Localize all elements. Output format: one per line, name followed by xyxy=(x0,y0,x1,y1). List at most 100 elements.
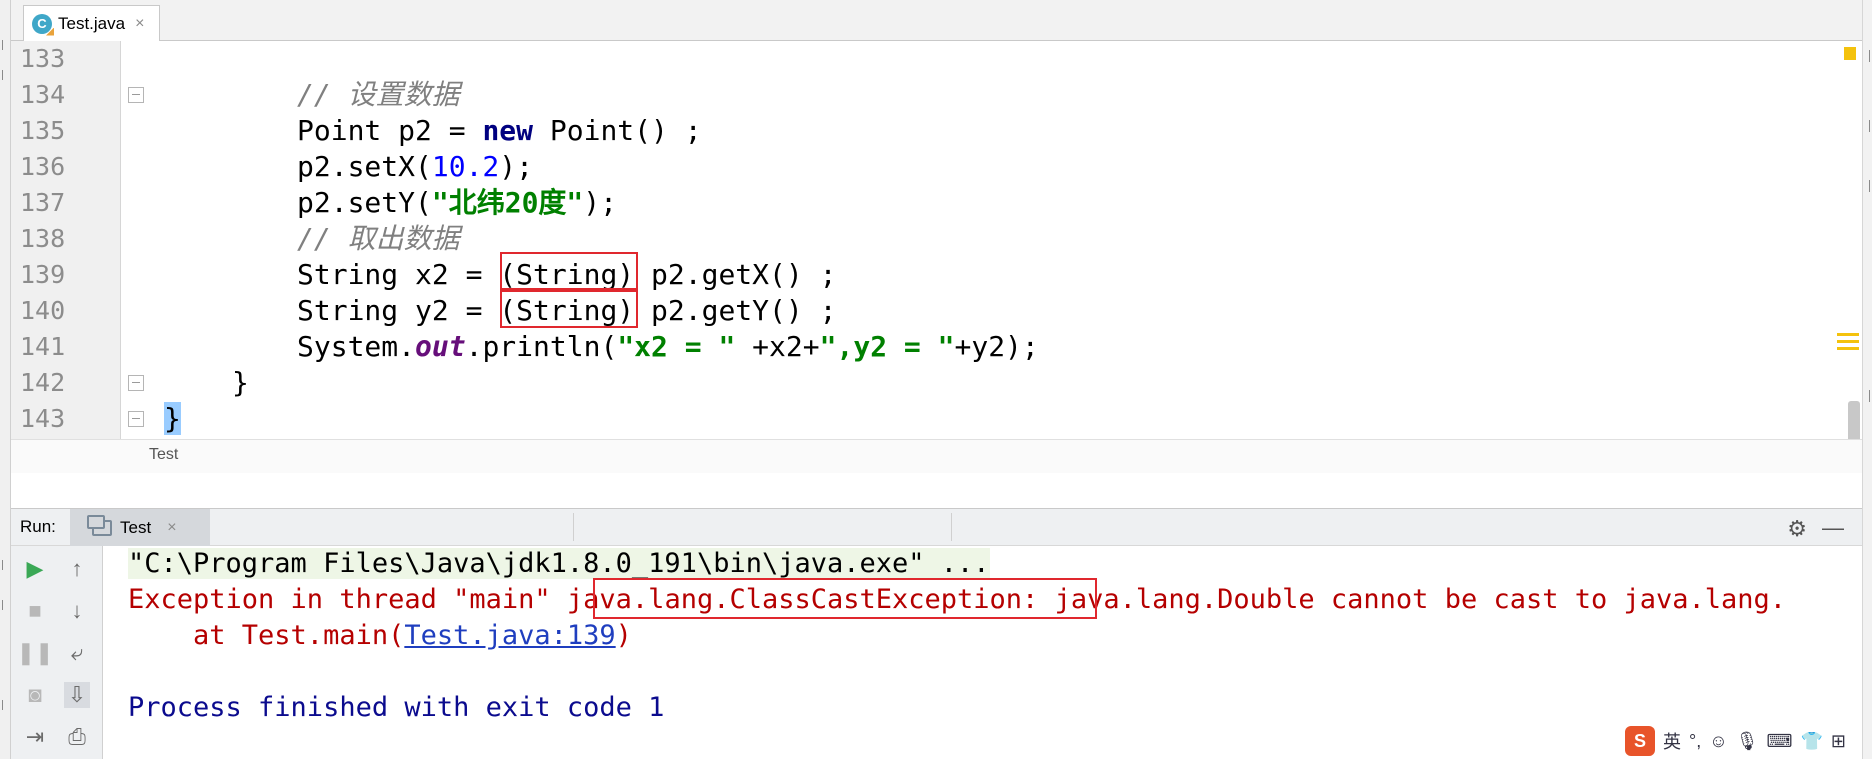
string-literal: "x2 = " xyxy=(617,330,736,363)
code-line-137: p2.setY("北纬20度"); xyxy=(297,185,617,221)
code-text: String y2 = xyxy=(297,294,500,327)
header-divider xyxy=(573,513,574,541)
left-strip-mark xyxy=(2,70,8,80)
right-strip-mark xyxy=(1865,390,1870,402)
ime-skin-icon[interactable]: 👕 xyxy=(1800,731,1822,752)
line-number: 134 xyxy=(20,80,66,109)
line-number: 143 xyxy=(20,404,66,433)
console-line-stacktrace: at Test.main(Test.java:139) xyxy=(128,618,632,654)
header-divider xyxy=(951,513,952,541)
code-text: ); xyxy=(583,186,618,219)
code-text: p2.getX() ; xyxy=(634,258,837,291)
ime-logo-icon[interactable]: S xyxy=(1625,726,1656,756)
number-literal: 10.2 xyxy=(431,150,500,183)
line-number-gutter: 133 134 135 136 137 138 139 140 141 142 … xyxy=(11,41,121,439)
ime-menu-icon[interactable]: ⊞ xyxy=(1831,731,1846,752)
string-literal: ",y2 = " xyxy=(819,330,955,363)
scroll-to-end-icon[interactable]: ⇩ xyxy=(64,682,90,708)
code-line-136: p2.setX(10.2); xyxy=(297,149,533,185)
code-text: System. xyxy=(297,330,416,363)
code-text: +x2+ xyxy=(735,330,820,363)
code-text: ); xyxy=(499,150,534,183)
line-number: 135 xyxy=(20,116,66,145)
ime-keyboard-icon[interactable]: ⌨ xyxy=(1767,731,1793,752)
run-label: Run: xyxy=(20,517,56,536)
minimize-icon[interactable]: — xyxy=(1822,515,1844,541)
right-strip-mark xyxy=(1865,120,1870,132)
editor-tab-bar: C Test.java × xyxy=(11,0,1862,41)
fold-marker-icon[interactable] xyxy=(128,411,144,427)
keyword-new: new xyxy=(482,114,534,147)
code-text: p2.setY( xyxy=(297,186,432,219)
highlight-box-exception xyxy=(593,578,1097,619)
right-tool-strip xyxy=(1862,0,1872,759)
code-text: p2.getY() ; xyxy=(634,294,837,327)
code-line-143: } xyxy=(164,401,181,437)
breadcrumb-item[interactable]: Test xyxy=(149,446,178,464)
warning-stripes-icon[interactable] xyxy=(1837,333,1859,361)
breadcrumb[interactable]: Test xyxy=(11,439,1862,473)
pause-icon[interactable]: ❚❚ xyxy=(17,640,54,666)
closing-brace: } xyxy=(232,366,249,399)
ime-emoji-icon[interactable]: ☺ xyxy=(1709,731,1727,752)
run-tab-test[interactable]: Test × xyxy=(70,509,210,546)
print-icon[interactable]: ⎙ xyxy=(64,724,90,750)
string-literal: "北纬20度" xyxy=(431,186,584,219)
code-text: +y2); xyxy=(954,330,1039,363)
code-line-138: // 取出数据 xyxy=(297,221,460,257)
fold-marker-icon[interactable] xyxy=(128,87,144,103)
ime-voice-icon[interactable]: 🎙 xyxy=(1736,731,1759,752)
run-toolbar: ▶ ↑ ■ ↓ ❚❚ ⤶ ◙ ⇩ ⇥ ⎙ xyxy=(11,546,103,759)
code-editor[interactable]: 133 134 135 136 137 138 139 140 141 142 … xyxy=(11,41,1862,473)
warning-indicator-icon[interactable] xyxy=(1844,47,1856,60)
fold-marker-icon[interactable] xyxy=(128,375,144,391)
code-line-135: Point p2 = new Point() ; xyxy=(297,113,702,149)
camera-icon[interactable]: ◙ xyxy=(22,682,48,708)
soft-wrap-icon[interactable]: ⤶ xyxy=(64,640,90,666)
comment: // 设置数据 xyxy=(297,78,460,111)
editor-tab-label: Test.java xyxy=(58,13,126,33)
right-strip-mark xyxy=(1865,180,1870,192)
left-strip-mark xyxy=(2,600,8,610)
ime-punctuation-icon[interactable]: °, xyxy=(1689,731,1701,752)
line-number: 142 xyxy=(20,368,66,397)
code-text: Point() ; xyxy=(533,114,702,147)
run-tool-window-header: Run: Test × ⚙ — xyxy=(11,508,1862,546)
arrow-down-icon[interactable]: ↓ xyxy=(64,598,90,624)
line-number: 136 xyxy=(20,152,66,181)
code-text: p2.setX( xyxy=(297,150,432,183)
code-line-141: System.out.println("x2 = " +x2+",y2 = "+… xyxy=(297,329,1039,365)
console-line-command: "C:\Program Files\Java\jdk1.8.0_191\bin\… xyxy=(128,546,990,582)
close-icon[interactable]: × xyxy=(135,15,144,33)
code-line-142: } xyxy=(232,365,249,401)
gear-icon[interactable]: ⚙ xyxy=(1787,516,1807,542)
line-number: 141 xyxy=(20,332,66,361)
exit-icon[interactable]: ⇥ xyxy=(22,724,48,750)
run-tool-window: ▶ ↑ ■ ↓ ❚❚ ⤶ ◙ ⇩ ⇥ ⎙ "C:\Program Files\J… xyxy=(11,546,1862,759)
error-text: java.lang.Double cannot be cast to java.… xyxy=(1038,584,1787,615)
run-config-icon xyxy=(87,514,112,536)
editor-tab-test-java[interactable]: C Test.java × xyxy=(23,5,160,41)
left-strip-mark xyxy=(2,40,8,50)
code-text: Point p2 = xyxy=(297,114,483,147)
line-number: 137 xyxy=(20,188,66,217)
error-text: Exception in thread "main" xyxy=(128,584,567,615)
closing-brace-highlighted: } xyxy=(164,402,181,435)
close-icon[interactable]: × xyxy=(167,519,176,537)
class-file-icon: C xyxy=(32,13,52,34)
ime-toolbar[interactable]: S 英 °, ☺ 🎙 ⌨ 👕 ⊞ xyxy=(1619,723,1852,759)
exit-text: Process finished with exit code 1 xyxy=(128,692,665,723)
stop-icon[interactable]: ■ xyxy=(22,598,48,624)
ime-language[interactable]: 英 xyxy=(1663,728,1681,754)
rerun-icon[interactable]: ▶ xyxy=(22,556,48,582)
right-strip-mark xyxy=(1865,50,1870,62)
stacktrace-link[interactable]: Test.java:139 xyxy=(404,620,615,651)
run-tab-label: Test xyxy=(120,517,152,537)
line-number: 133 xyxy=(20,44,66,73)
left-strip-mark xyxy=(2,700,8,710)
highlight-box-cast-139 xyxy=(500,252,638,292)
left-strip-mark xyxy=(2,560,8,570)
line-number: 138 xyxy=(20,224,66,253)
comment: // 取出数据 xyxy=(297,222,460,255)
arrow-up-icon[interactable]: ↑ xyxy=(64,556,90,582)
